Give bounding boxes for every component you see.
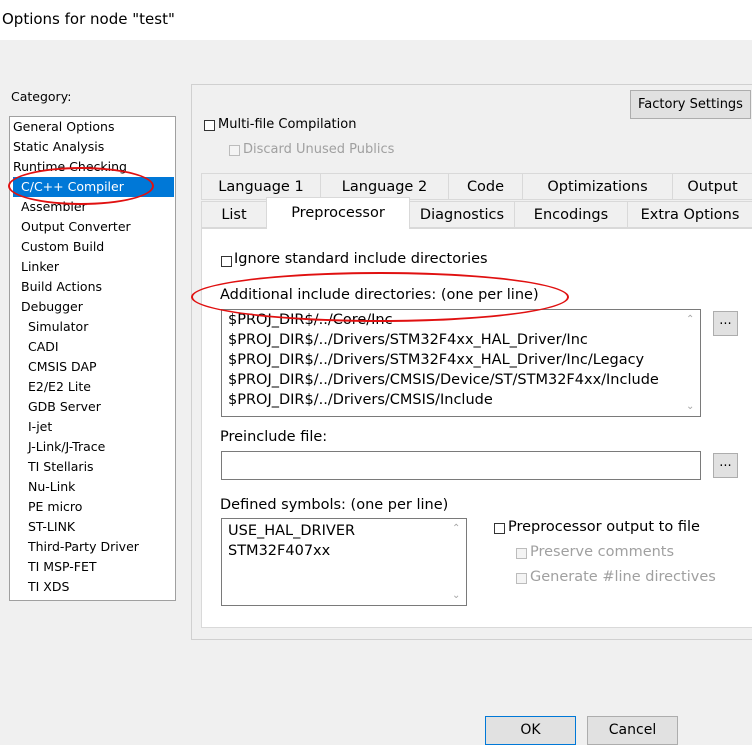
tab-preprocessor[interactable]: Preprocessor [266,197,410,229]
category-item-pe-micro[interactable]: PE micro [28,497,82,517]
preserve-comments-label: Preserve comments [530,544,675,560]
include-dir-line: $PROJ_DIR$/../Drivers/CMSIS/Include [228,392,493,408]
tab-diagnostics[interactable]: Diagnostics [409,201,515,228]
pp-output-checkbox[interactable] [494,523,505,534]
category-item-static-analysis[interactable]: Static Analysis [13,137,104,157]
preinclude-input[interactable] [221,451,701,480]
pp-output-label: Preprocessor output to file [508,519,700,535]
tab-extra-options[interactable]: Extra Options [627,201,752,228]
tab-language-1[interactable]: Language 1 [201,173,321,200]
category-item-cmsis-dap[interactable]: CMSIS DAP [28,357,97,377]
category-item-nu-link[interactable]: Nu-Link [28,477,75,497]
cancel-button[interactable]: Cancel [587,716,678,745]
gen-line-label: Generate #line directives [530,569,716,585]
tab-output[interactable]: Output [672,173,752,200]
category-item-runtime-checking[interactable]: Runtime Checking [13,157,127,177]
tab-optimizations[interactable]: Optimizations [522,173,673,200]
scroll-down-icon[interactable]: ⌄ [686,401,694,412]
category-label: Category: [11,89,72,104]
factory-settings-button[interactable]: Factory Settings [630,90,751,119]
title-bar: Options for node "test" [0,0,752,40]
additional-include-label: Additional include directories: (one per… [220,287,539,303]
category-item-cadi[interactable]: CADI [28,337,59,357]
category-item-third-party-driver[interactable]: Third-Party Driver [28,537,139,557]
category-list[interactable]: General Options Static Analysis Runtime … [9,116,176,601]
category-item-general-options[interactable]: General Options [13,117,114,137]
ok-button[interactable]: OK [485,716,576,745]
defined-symbols-scrollbar[interactable]: ⌃ ⌄ [449,519,466,605]
defined-symbol-line: USE_HAL_DRIVER [228,523,356,539]
category-item-j-link[interactable]: J-Link/J-Trace [28,437,105,457]
include-dirs-browse-button[interactable]: ... [713,311,738,336]
category-item-assembler[interactable]: Assembler [21,197,87,217]
defined-symbols-label: Defined symbols: (one per line) [220,497,449,513]
scroll-up-icon[interactable]: ⌃ [686,314,694,325]
category-item-simulator[interactable]: Simulator [28,317,88,337]
include-dir-line: $PROJ_DIR$/../Drivers/STM32F4xx_HAL_Driv… [228,352,645,368]
category-item-st-link[interactable]: ST-LINK [28,517,75,537]
discard-publics-checkbox [229,145,240,156]
multi-file-checkbox[interactable] [204,120,215,131]
include-dir-line: $PROJ_DIR$/../Drivers/CMSIS/Device/ST/ST… [228,372,659,388]
ignore-std-checkbox[interactable] [221,256,232,267]
include-dirs-scrollbar[interactable]: ⌃ ⌄ [683,310,700,416]
gen-line-checkbox [516,573,527,584]
category-item-gdb-server[interactable]: GDB Server [28,397,101,417]
tab-language-2[interactable]: Language 2 [320,173,449,200]
preserve-comments-checkbox [516,548,527,559]
defined-symbol-line: STM32F407xx [228,543,331,559]
defined-symbols-textarea[interactable]: USE_HAL_DRIVER STM32F407xx ⌃ ⌄ [221,518,467,606]
tab-code[interactable]: Code [448,173,523,200]
include-dir-line: $PROJ_DIR$/../Drivers/STM32F4xx_HAL_Driv… [228,332,588,348]
multi-file-label: Multi-file Compilation [218,117,357,132]
category-item-build-actions[interactable]: Build Actions [21,277,102,297]
category-item-linker[interactable]: Linker [21,257,59,277]
category-item-ti-stellaris[interactable]: TI Stellaris [28,457,94,477]
discard-publics-label: Discard Unused Publics [243,142,395,157]
window-title: Options for node "test" [2,10,175,28]
category-item-output-converter[interactable]: Output Converter [21,217,131,237]
tab-list[interactable]: List [201,201,267,228]
category-item-cpp-compiler[interactable]: C/C++ Compiler [13,177,174,197]
ignore-std-label: Ignore standard include directories [234,251,488,267]
scroll-up-icon[interactable]: ⌃ [452,523,460,534]
scroll-down-icon[interactable]: ⌄ [452,590,460,601]
category-item-ti-xds[interactable]: TI XDS [28,577,69,597]
category-item-i-jet[interactable]: I-jet [28,417,52,437]
preinclude-browse-button[interactable]: ... [713,453,738,478]
category-item-e2-lite[interactable]: E2/E2 Lite [28,377,91,397]
include-dirs-textarea[interactable]: $PROJ_DIR$/../Core/Inc $PROJ_DIR$/../Dri… [221,309,701,417]
include-dir-line: $PROJ_DIR$/../Core/Inc [228,312,393,328]
category-item-ti-msp-fet[interactable]: TI MSP-FET [28,557,97,577]
category-item-custom-build[interactable]: Custom Build [21,237,104,257]
tab-encodings[interactable]: Encodings [514,201,628,228]
category-item-debugger[interactable]: Debugger [21,297,83,317]
preinclude-label: Preinclude file: [220,429,328,445]
